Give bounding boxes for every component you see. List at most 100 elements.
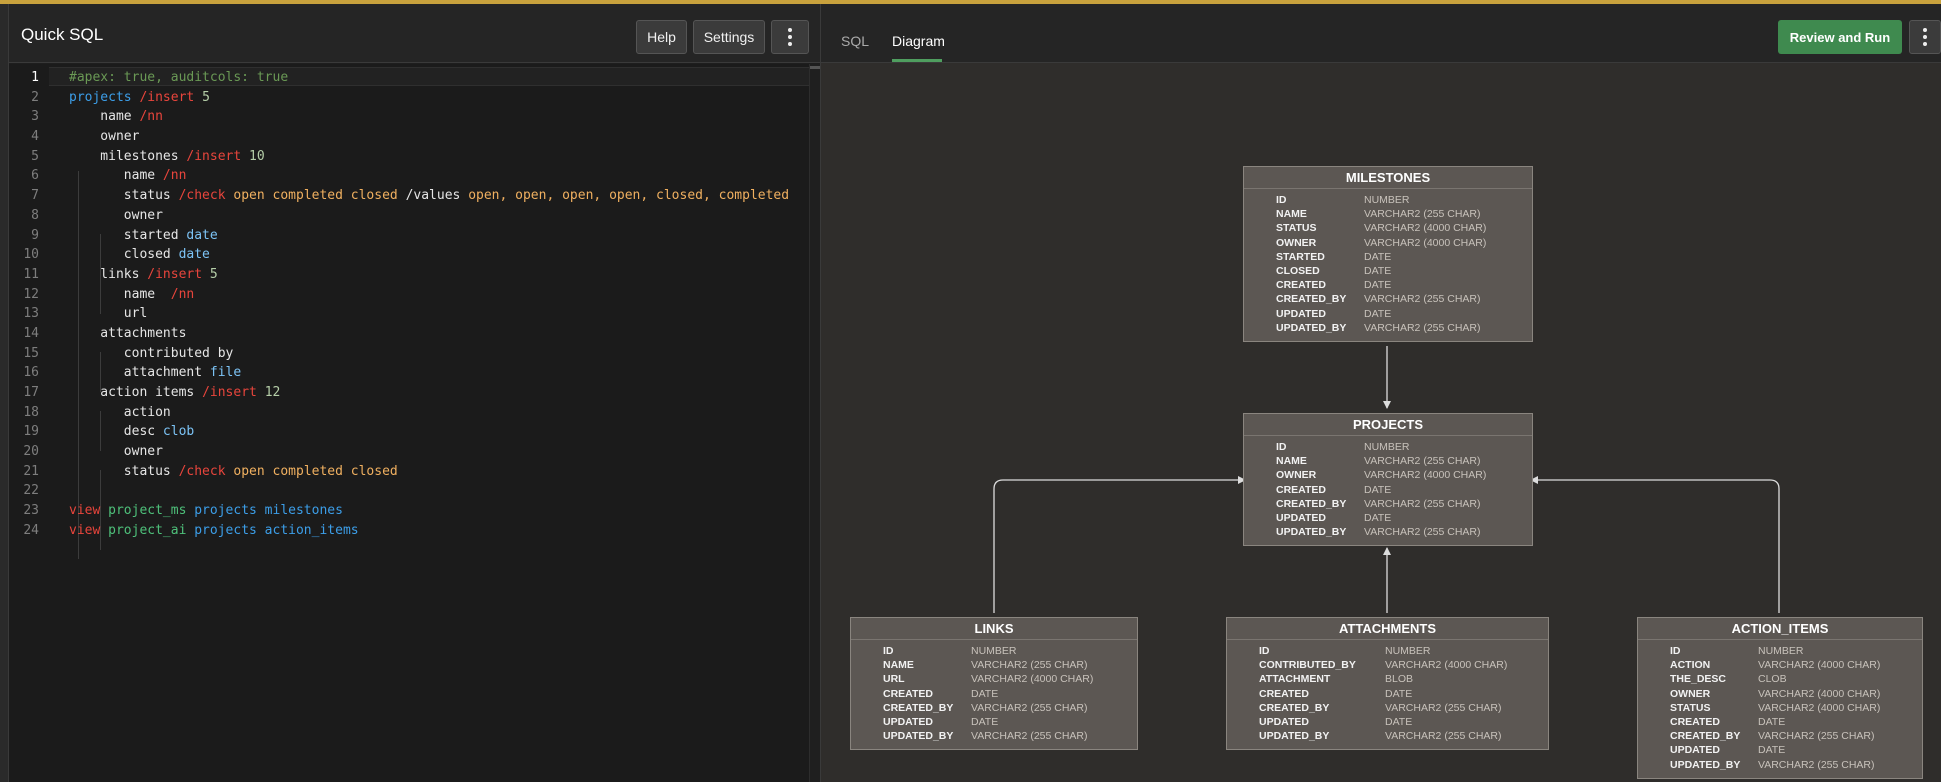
column-type: NUMBER bbox=[1364, 194, 1410, 206]
entity-links[interactable]: LINKS ID NUMBER NAME VARCHAR2 (255 CHAR) URL V… bbox=[850, 617, 1138, 751]
column-name: URL bbox=[883, 673, 905, 686]
code-editor[interactable]: 1 2 3 4 5 6 7 8 9 10 11 12 13 14 15 16 17 18 19 20 21 22 23 24 … bbox=[9, 64, 821, 782]
column-row: STARTED DATE bbox=[1244, 250, 1532, 264]
entity-columns: ID NUMBER NAME VARCHAR2 (255 CHAR) STATUS VAR… bbox=[1244, 189, 1532, 335]
code-content[interactable]: #apex: true, auditcols: true projects /in… bbox=[69, 68, 789, 541]
line-number: 3 bbox=[31, 109, 39, 125]
more-actions-button[interactable] bbox=[771, 20, 809, 54]
code-token: contributed by bbox=[69, 345, 234, 361]
code-token: 10 bbox=[249, 148, 265, 164]
line-number: 21 bbox=[23, 463, 39, 479]
code-line: desc clob bbox=[69, 422, 789, 442]
column-name: UPDATED_BY bbox=[883, 730, 954, 743]
code-token: url bbox=[69, 306, 148, 322]
column-name: THE_DESC bbox=[1670, 673, 1727, 686]
code-token: status bbox=[69, 463, 179, 479]
column-row: URL VARCHAR2 (4000 CHAR) bbox=[851, 672, 1137, 686]
column-type: DATE bbox=[971, 715, 999, 728]
code-token: file bbox=[209, 365, 242, 381]
code-token: clob bbox=[162, 424, 195, 440]
column-name: UPDATED bbox=[1259, 715, 1309, 728]
settings-button[interactable]: Settings bbox=[693, 20, 765, 54]
column-type: NUMBER bbox=[1364, 441, 1410, 453]
code-token: owner bbox=[69, 207, 163, 223]
code-line: status /check open completed closed bbox=[69, 462, 789, 482]
code-token: open completed closed bbox=[233, 463, 398, 479]
entity-columns: ID NUMBER ACTION VARCHAR2 (4000 CHAR) THE_DE… bbox=[1638, 640, 1922, 772]
column-name: CREATED_BY bbox=[1276, 293, 1347, 306]
review-and-run-button[interactable]: Review and Run bbox=[1778, 20, 1902, 54]
column-row: ACTION VARCHAR2 (4000 CHAR) bbox=[1638, 658, 1922, 672]
code-line: closed date bbox=[69, 245, 789, 265]
line-number: 7 bbox=[31, 188, 39, 204]
column-row: UPDATED_BY VARCHAR2 (255 CHAR) bbox=[1638, 758, 1922, 772]
column-type: VARCHAR2 (255 CHAR) bbox=[1385, 730, 1502, 743]
column-name: CREATED bbox=[883, 687, 933, 700]
code-line: name /nn bbox=[69, 285, 789, 305]
code-line: projects /insert 5 bbox=[69, 88, 789, 108]
code-token: view bbox=[69, 522, 109, 538]
code-token: attachments bbox=[69, 325, 187, 341]
entity-columns: ID NUMBER NAME VARCHAR2 (255 CHAR) OWNER VARC… bbox=[1244, 436, 1532, 539]
line-number: 9 bbox=[31, 227, 39, 243]
code-token: /insert bbox=[186, 148, 250, 164]
code-line: action items /insert 12 bbox=[69, 383, 789, 403]
column-row: THE_DESC CLOB bbox=[1638, 672, 1922, 686]
tab-diagram[interactable]: Diagram bbox=[892, 33, 945, 49]
column-type: VARCHAR2 (4000 CHAR) bbox=[1364, 469, 1487, 482]
column-type: VARCHAR2 (255 CHAR) bbox=[1364, 455, 1481, 468]
code-line: url bbox=[69, 304, 789, 324]
column-name: NAME bbox=[883, 659, 914, 672]
relationship-links-projects bbox=[993, 476, 1246, 613]
column-name: STATUS bbox=[1670, 701, 1711, 714]
entity-milestones[interactable]: MILESTONES ID NUMBER NAME VARCHAR2 (255 CHAR… bbox=[1243, 166, 1533, 342]
code-line: owner bbox=[69, 442, 789, 462]
column-name: ID bbox=[883, 645, 894, 657]
column-row: ID NUMBER bbox=[1227, 644, 1548, 658]
column-type: VARCHAR2 (255 CHAR) bbox=[971, 730, 1088, 743]
code-line: started date bbox=[69, 226, 789, 246]
column-row: CREATED DATE bbox=[851, 687, 1137, 701]
line-number: 14 bbox=[23, 325, 39, 341]
line-number: 10 bbox=[23, 247, 39, 263]
column-name: NAME bbox=[1276, 455, 1307, 468]
column-name: STATUS bbox=[1276, 222, 1317, 235]
column-row: CREATED_BY VARCHAR2 (255 CHAR) bbox=[1227, 701, 1548, 715]
column-row: OWNER VARCHAR2 (4000 CHAR) bbox=[1638, 687, 1922, 701]
entity-projects[interactable]: PROJECTS ID NUMBER NAME VARCHAR2 (255 CHAR) O… bbox=[1243, 413, 1533, 547]
column-type: VARCHAR2 (4000 CHAR) bbox=[1758, 701, 1881, 714]
column-type: DATE bbox=[1364, 307, 1392, 320]
column-row: ID NUMBER bbox=[1244, 193, 1532, 207]
column-name: ID bbox=[1670, 645, 1681, 657]
column-name: OWNER bbox=[1670, 687, 1711, 700]
column-name: ATTACHMENT bbox=[1259, 673, 1331, 686]
column-name: CREATED_BY bbox=[883, 701, 954, 714]
code-token: links bbox=[69, 266, 148, 282]
column-row: NAME VARCHAR2 (255 CHAR) bbox=[1244, 207, 1532, 221]
entity-title: LINKS bbox=[851, 618, 1137, 640]
column-name: ACTION bbox=[1670, 659, 1711, 672]
code-token: desc bbox=[69, 424, 163, 440]
entity-title: ACTION_ITEMS bbox=[1638, 618, 1922, 640]
tab-sql[interactable]: SQL bbox=[841, 33, 869, 49]
column-name: NAME bbox=[1276, 208, 1307, 221]
line-number: 24 bbox=[23, 522, 39, 538]
column-row: NAME VARCHAR2 (255 CHAR) bbox=[851, 658, 1137, 672]
code-token: projects action_items bbox=[194, 522, 359, 538]
code-token: open, open, open, open, closed, complete… bbox=[468, 188, 790, 204]
help-button[interactable]: Help bbox=[636, 20, 687, 54]
entity-action-items[interactable]: ACTION_ITEMS ID NUMBER ACTION VARCHAR2 (4000… bbox=[1637, 617, 1923, 779]
column-row: CREATED DATE bbox=[1227, 687, 1548, 701]
column-row: ID NUMBER bbox=[1638, 644, 1922, 658]
column-name: CREATED bbox=[1259, 687, 1309, 700]
er-diagram-canvas[interactable]: MILESTONES ID NUMBER NAME VARCHAR2 (255 CHAR… bbox=[821, 63, 1941, 782]
column-name: UPDATED bbox=[1276, 511, 1326, 524]
code-token: attachment bbox=[69, 365, 210, 381]
editor-scrollbar[interactable] bbox=[809, 64, 821, 782]
entity-attachments[interactable]: ATTACHMENTS ID NUMBER CONTRIBUTED_BY VARCHAR… bbox=[1226, 617, 1549, 751]
column-name: CREATED_BY bbox=[1259, 701, 1330, 714]
active-tab-indicator bbox=[892, 59, 942, 62]
run-more-button[interactable] bbox=[1909, 20, 1941, 54]
column-row: OWNER VARCHAR2 (4000 CHAR) bbox=[1244, 236, 1532, 250]
